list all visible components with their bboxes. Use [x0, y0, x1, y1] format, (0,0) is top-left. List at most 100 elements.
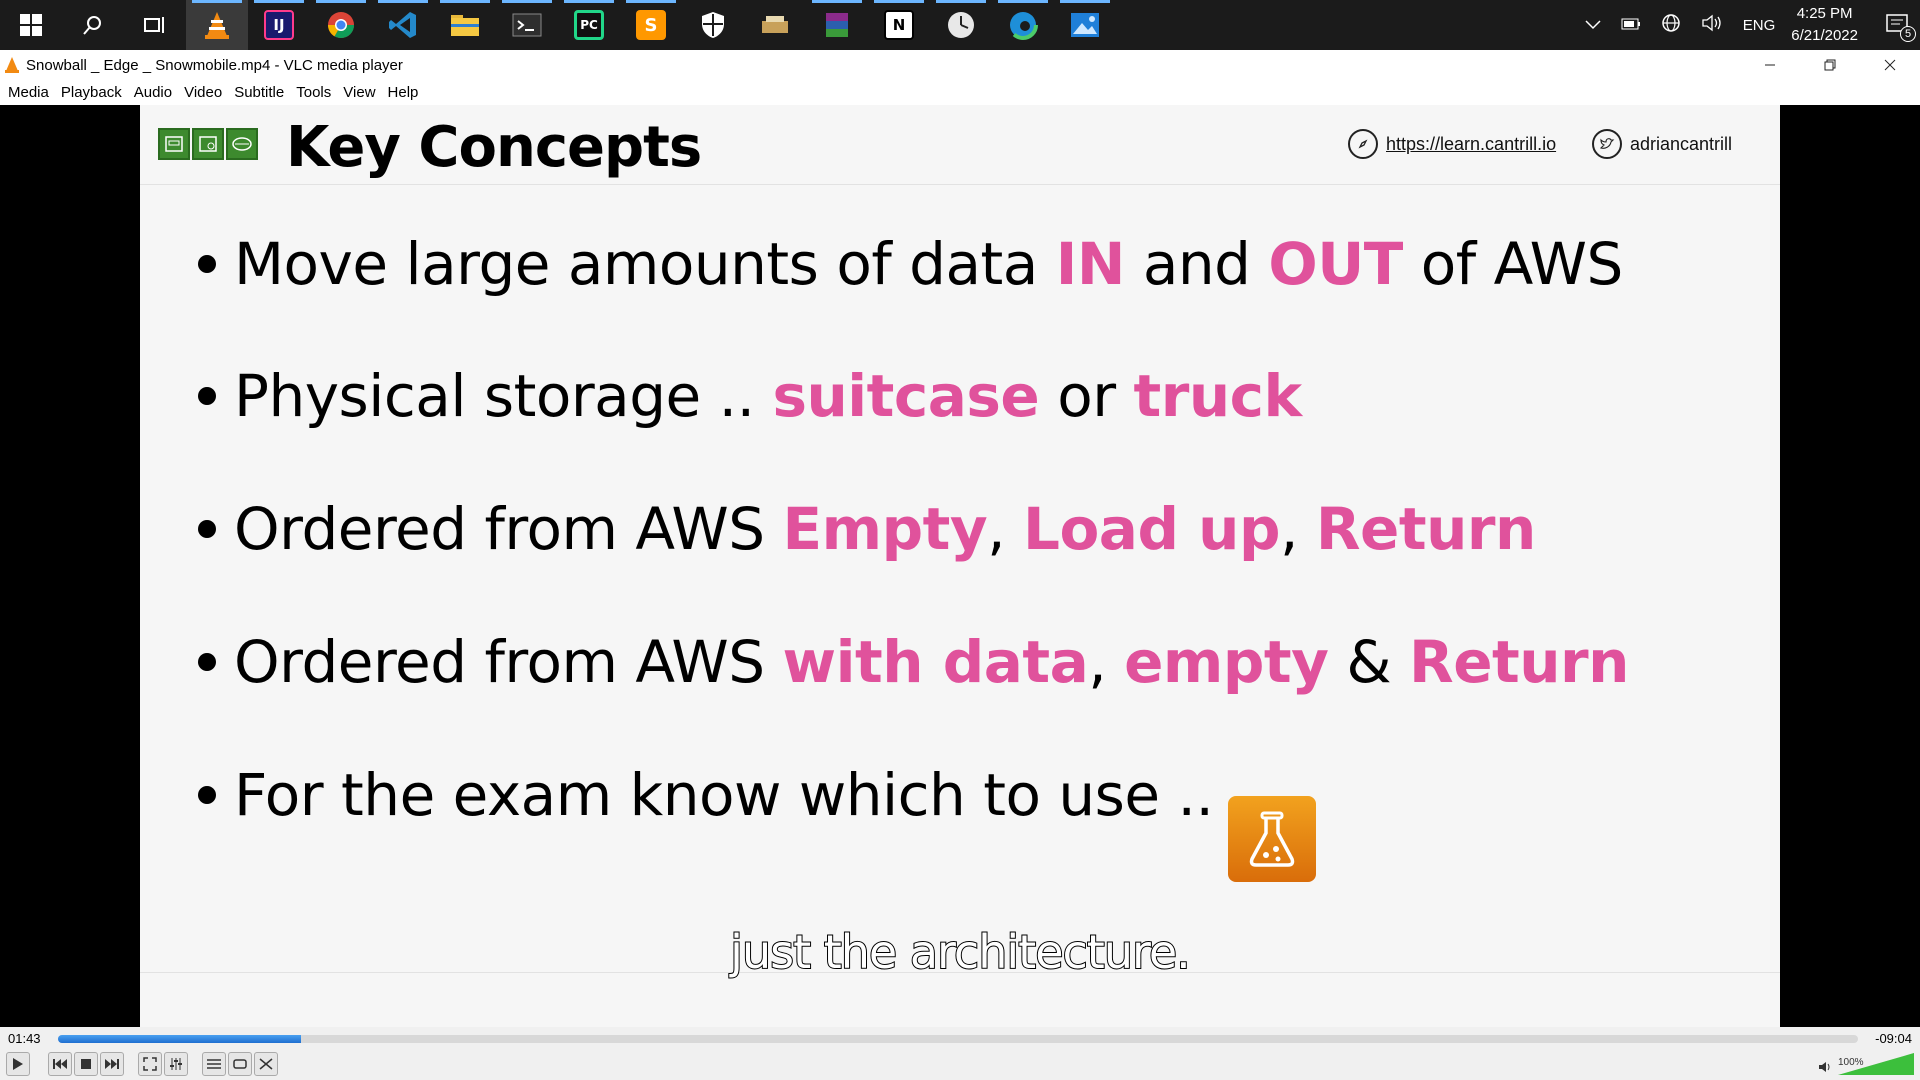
subtitle-text: just the architecture.: [729, 924, 1192, 980]
taskbar-notion[interactable]: N: [868, 0, 930, 50]
menu-subtitle[interactable]: Subtitle: [228, 84, 290, 101]
bullet-text: Move large amounts of data: [234, 230, 1056, 298]
taskbar-winrar[interactable]: [806, 0, 868, 50]
equalizer-icon: [170, 1058, 182, 1070]
language-indicator[interactable]: ENG: [1743, 17, 1776, 34]
notification-count: 5: [1900, 26, 1916, 42]
bullet-text: or: [1039, 362, 1134, 430]
taskbar-photos[interactable]: [1054, 0, 1116, 50]
edge-icon: [1008, 10, 1038, 40]
fullscreen-icon: [143, 1057, 157, 1071]
network-icon[interactable]: [1661, 13, 1681, 37]
taskbar-app[interactable]: [744, 0, 806, 50]
fullscreen-button[interactable]: [138, 1052, 162, 1076]
bullet-text: Ordered from AWS: [234, 628, 783, 696]
menu-help[interactable]: Help: [382, 84, 425, 101]
volume-slider[interactable]: [1838, 1053, 1914, 1075]
compass-icon: [1348, 129, 1378, 159]
taskbar-clock-app[interactable]: [930, 0, 992, 50]
menu-tools[interactable]: Tools: [290, 84, 337, 101]
window-titlebar: Snowball _ Edge _ Snowmobile.mp4 - VLC m…: [0, 50, 1920, 80]
minimize-icon: [1765, 64, 1775, 66]
bullet-highlight: Empty: [782, 495, 988, 563]
bullet-highlight: empty: [1124, 628, 1329, 696]
start-button[interactable]: [0, 0, 62, 50]
seek-bar[interactable]: [58, 1035, 1858, 1043]
stop-button[interactable]: [74, 1052, 98, 1076]
sublime-icon: S: [636, 10, 666, 40]
bullet-highlight: Load up: [1023, 495, 1280, 563]
playlist-button[interactable]: [202, 1052, 226, 1076]
taskbar-chrome[interactable]: [310, 0, 372, 50]
website-link[interactable]: https://learn.cantrill.io: [1348, 129, 1556, 159]
slide-title: Key Concepts: [286, 115, 702, 180]
shuffle-button[interactable]: [254, 1052, 278, 1076]
bullet-dot: [198, 520, 216, 538]
speaker-icon[interactable]: [1818, 1061, 1832, 1073]
menu-video[interactable]: Video: [178, 84, 228, 101]
taskbar-security[interactable]: [682, 0, 744, 50]
bullet-text: ,: [987, 495, 1023, 563]
windows-logo-icon: [20, 14, 42, 36]
taskbar-terminal[interactable]: [496, 0, 558, 50]
taskbar-edge[interactable]: [992, 0, 1054, 50]
taskbar-clock[interactable]: 4:25 PM 6/21/2022: [1791, 3, 1858, 47]
intellij-icon: IJ: [264, 10, 294, 40]
bullet-highlight: truck: [1133, 362, 1302, 430]
bullet-item: Ordered from AWS with data, empty & Retu…: [198, 628, 1629, 696]
search-button[interactable]: [62, 0, 124, 50]
menu-playback[interactable]: Playback: [55, 84, 128, 101]
taskbar: IJ PC S N ENG 4:25 PM 6/21/2022 5: [0, 0, 1920, 50]
pycharm-icon: PC: [574, 10, 604, 40]
system-tray: ENG 4:25 PM 6/21/2022 5: [1575, 0, 1920, 50]
bullet-highlight: IN: [1055, 230, 1126, 298]
loop-button[interactable]: [228, 1052, 252, 1076]
bullet-text: and: [1124, 230, 1269, 298]
twitter-handle[interactable]: adriancantrill: [1592, 129, 1732, 159]
previous-button[interactable]: [48, 1052, 72, 1076]
elapsed-time: 01:43: [8, 1031, 41, 1046]
restore-button[interactable]: [1800, 50, 1860, 80]
bullet-item: For the exam know which to use ..: [198, 761, 1214, 829]
bullet-dot: [198, 653, 216, 671]
shuffle-icon: [259, 1058, 273, 1070]
bullet-highlight: Return: [1315, 495, 1536, 563]
remaining-time[interactable]: -09:04: [1875, 1031, 1912, 1046]
minimize-button[interactable]: [1740, 50, 1800, 80]
bullet-dot: [198, 255, 216, 273]
stop-icon: [81, 1059, 91, 1069]
close-icon: [1884, 59, 1896, 71]
next-button[interactable]: [100, 1052, 124, 1076]
menu-audio[interactable]: Audio: [128, 84, 178, 101]
play-button[interactable]: [6, 1052, 30, 1076]
task-view-button[interactable]: [124, 0, 186, 50]
menu-media[interactable]: Media: [2, 84, 55, 101]
bullet-dot: [198, 387, 216, 405]
vscode-icon: [389, 12, 416, 38]
app-icon: [762, 16, 788, 33]
extended-settings-button[interactable]: [164, 1052, 188, 1076]
volume-icon[interactable]: [1701, 14, 1723, 36]
menu-view[interactable]: View: [337, 84, 381, 101]
taskbar-vlc[interactable]: [186, 0, 248, 50]
taskbar-sublime[interactable]: S: [620, 0, 682, 50]
security-icon: [702, 12, 724, 38]
taskbar-explorer[interactable]: [434, 0, 496, 50]
bullet-text: of AWS: [1402, 230, 1624, 298]
skip-back-icon: [53, 1059, 67, 1069]
notification-center-button[interactable]: 5: [1874, 0, 1920, 50]
taskbar-intellij[interactable]: IJ: [248, 0, 310, 50]
chevron-up-icon[interactable]: [1585, 17, 1601, 34]
lab-flask-icon: [1228, 796, 1316, 882]
website-url[interactable]: https://learn.cantrill.io: [1386, 134, 1556, 155]
battery-icon[interactable]: [1621, 17, 1641, 34]
search-icon: [83, 16, 101, 35]
close-button[interactable]: [1860, 50, 1920, 80]
vlc-icon: [5, 57, 19, 73]
bullet-dot: [198, 786, 216, 804]
bullet-text: Physical storage ..: [234, 362, 773, 430]
taskbar-pycharm[interactable]: PC: [558, 0, 620, 50]
video-area[interactable]: Key Concepts https://learn.cantrill.io a…: [0, 105, 1920, 1027]
bullet-text: ,: [1279, 495, 1316, 563]
taskbar-vscode[interactable]: [372, 0, 434, 50]
